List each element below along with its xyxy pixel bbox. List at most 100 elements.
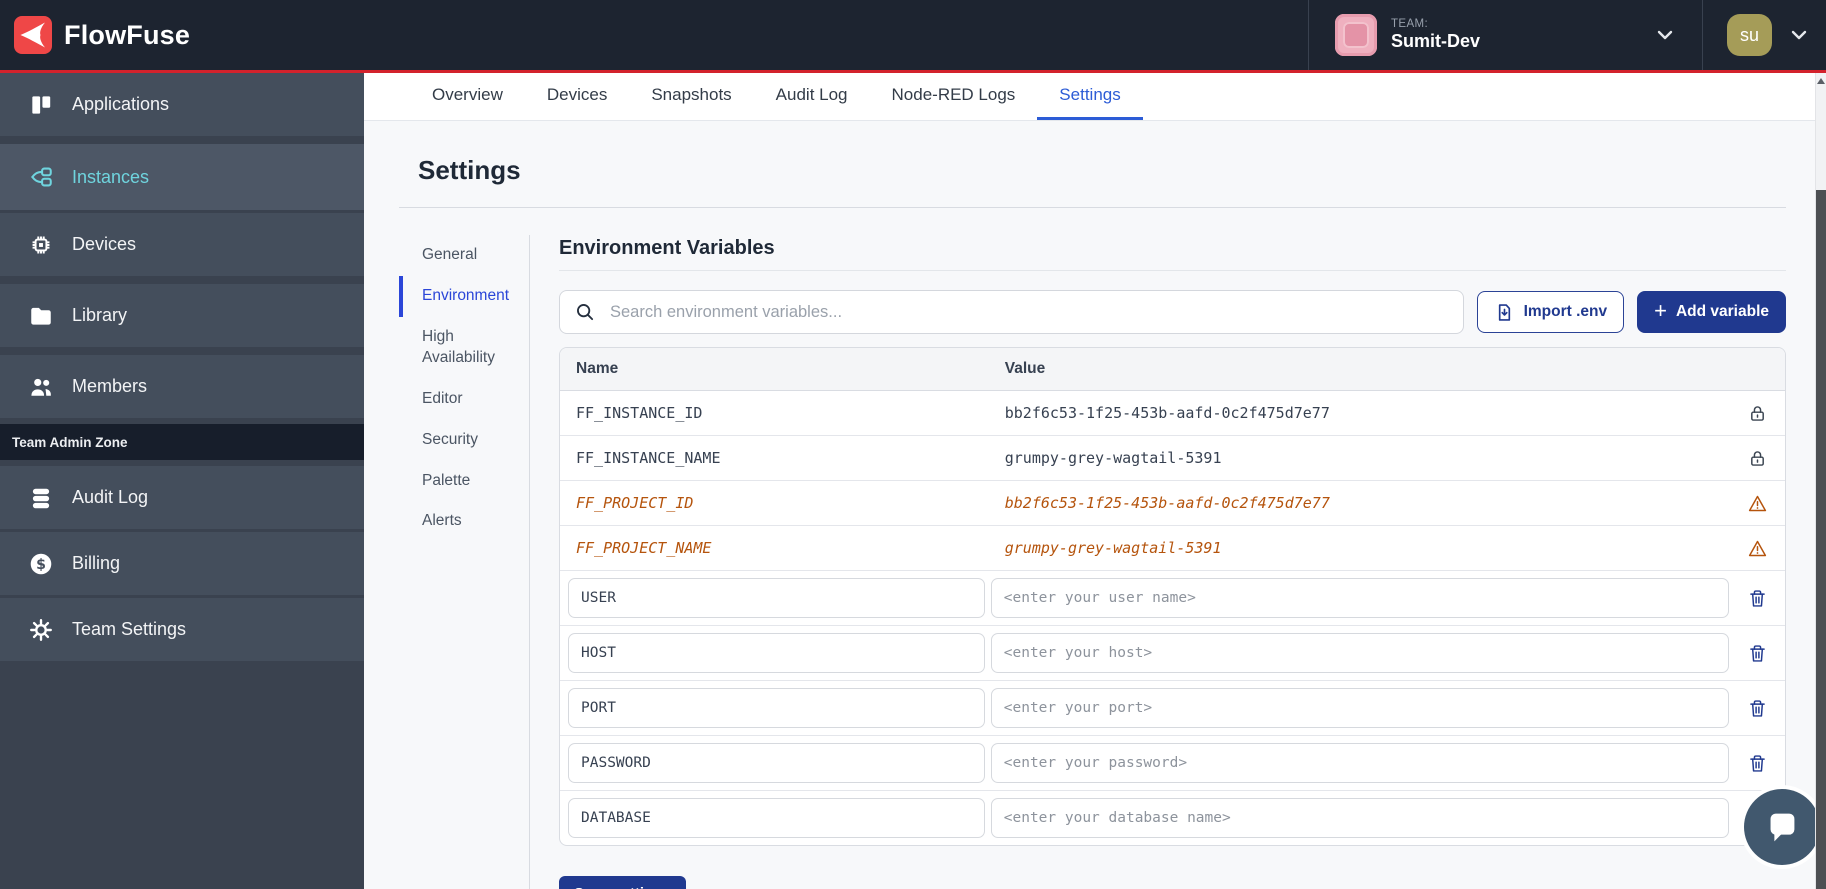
delete-variable-button[interactable] [1745,751,1770,776]
subnav-item-high-availability[interactable]: High Availability [399,317,529,379]
subnav-item-environment[interactable]: Environment [399,276,529,317]
env-value: bb2f6c53-1f25-453b-aafd-0c2f475d7e77 [989,481,1729,525]
sidebar-item-label: Members [72,376,147,397]
sidebar: Applications Instances Devices Library [0,73,364,889]
table-header-row: Name Value [560,348,1785,391]
database-icon [28,485,54,511]
section-divider [559,270,1786,271]
delete-variable-button[interactable] [1745,586,1770,611]
delete-variable-button[interactable] [1745,641,1770,666]
instance-tabbar: Overview Devices Snapshots Audit Log Nod… [364,73,1826,121]
env-value-input[interactable] [991,633,1729,673]
sidebar-item-members[interactable]: Members [0,355,364,418]
tab-snapshots[interactable]: Snapshots [629,73,753,120]
env-value-input[interactable] [991,743,1729,783]
user-menu[interactable]: su [1703,0,1826,70]
search-icon [574,301,596,323]
table-row-editable [560,571,1785,626]
sidebar-item-billing[interactable]: $ Billing [0,532,364,595]
trash-icon [1747,588,1768,609]
vertical-scrollbar[interactable] [1815,73,1826,889]
tab-overview[interactable]: Overview [410,73,525,120]
add-variable-button[interactable]: + Add variable [1637,291,1786,333]
env-value-input[interactable] [991,798,1729,838]
save-settings-button[interactable]: Save settings [559,876,686,889]
search-input[interactable] [608,302,1449,323]
chevron-down-icon [1654,24,1676,46]
table-row-editable [560,626,1785,681]
subnav-item-alerts[interactable]: Alerts [399,501,529,542]
sidebar-item-library[interactable]: Library [0,284,364,347]
sidebar-item-label: Library [72,305,127,326]
delete-variable-button[interactable] [1745,696,1770,721]
instances-icon [28,164,54,190]
warning-icon [1747,538,1768,559]
table-row: FF_INSTANCE_NAME grumpy-grey-wagtail-539… [560,436,1785,481]
sidebar-item-label: Applications [72,94,169,115]
top-header: FlowFuse TEAM: Sumit-Dev su [0,0,1826,73]
tab-audit-log[interactable]: Audit Log [754,73,870,120]
env-name-input[interactable] [568,633,985,673]
settings-subnav: General Environment High Availability Ed… [399,235,529,889]
table-row-editable [560,736,1785,791]
lock-icon [1747,448,1768,469]
header-right: TEAM: Sumit-Dev su [1308,0,1826,70]
title-divider [399,207,1786,208]
sidebar-item-instances[interactable]: Instances [0,144,364,210]
sidebar-item-team-settings[interactable]: Team Settings [0,598,364,661]
sidebar-item-label: Audit Log [72,487,148,508]
page-title: Settings [418,155,1786,186]
team-name: Sumit-Dev [1391,31,1480,52]
environment-section: Environment Variables [559,235,1786,889]
dollar-circle-icon: $ [28,551,54,577]
team-switcher[interactable]: TEAM: Sumit-Dev [1309,0,1702,70]
table-row-deprecated: FF_PROJECT_ID bb2f6c53-1f25-453b-aafd-0c… [560,481,1785,526]
flowfuse-logo-icon [14,16,52,54]
env-value: grumpy-grey-wagtail-5391 [989,436,1729,480]
users-icon [28,374,54,400]
scrollbar-thumb[interactable] [1816,190,1826,889]
env-name-input[interactable] [568,798,985,838]
scroll-up-arrow-icon[interactable] [1817,78,1825,84]
applications-icon [28,92,54,118]
sidebar-item-devices[interactable]: Devices [0,213,364,276]
column-header-value: Value [989,348,1729,390]
search-box [559,290,1464,334]
user-avatar: su [1727,14,1772,56]
import-env-button[interactable]: Import .env [1477,291,1625,333]
chat-widget-button[interactable] [1744,789,1820,865]
env-name-input[interactable] [568,688,985,728]
folder-icon [28,303,54,329]
lock-icon [1747,403,1768,424]
subnav-item-general[interactable]: General [399,235,529,276]
tab-settings[interactable]: Settings [1037,73,1142,120]
env-name: FF_INSTANCE_NAME [560,436,989,480]
table-row-editable [560,791,1785,845]
sidebar-item-applications[interactable]: Applications [0,73,364,136]
subnav-item-security[interactable]: Security [399,420,529,461]
table-row: FF_INSTANCE_ID bb2f6c53-1f25-453b-aafd-0… [560,391,1785,436]
subnav-divider [529,235,530,889]
env-name-input[interactable] [568,578,985,618]
team-label: TEAM: [1391,18,1480,31]
env-value-input[interactable] [991,688,1729,728]
table-row-editable [560,681,1785,736]
sidebar-item-label: Instances [72,167,149,188]
section-title: Environment Variables [559,237,1786,260]
plus-icon: + [1654,300,1667,322]
warning-icon [1747,493,1768,514]
trash-icon [1747,753,1768,774]
team-avatar [1335,14,1377,56]
tab-devices[interactable]: Devices [525,73,629,120]
tab-node-red-logs[interactable]: Node-RED Logs [870,73,1038,120]
subnav-item-editor[interactable]: Editor [399,379,529,420]
gear-icon [28,617,54,643]
settings-body: General Environment High Availability Ed… [399,235,1786,889]
env-name: FF_INSTANCE_ID [560,391,989,435]
flowfuse-logo[interactable]: FlowFuse [0,16,190,54]
subnav-item-palette[interactable]: Palette [399,461,529,502]
env-value-input[interactable] [991,578,1729,618]
team-admin-zone-label: Team Admin Zone [0,424,364,460]
env-name-input[interactable] [568,743,985,783]
sidebar-item-audit-log[interactable]: Audit Log [0,466,364,529]
